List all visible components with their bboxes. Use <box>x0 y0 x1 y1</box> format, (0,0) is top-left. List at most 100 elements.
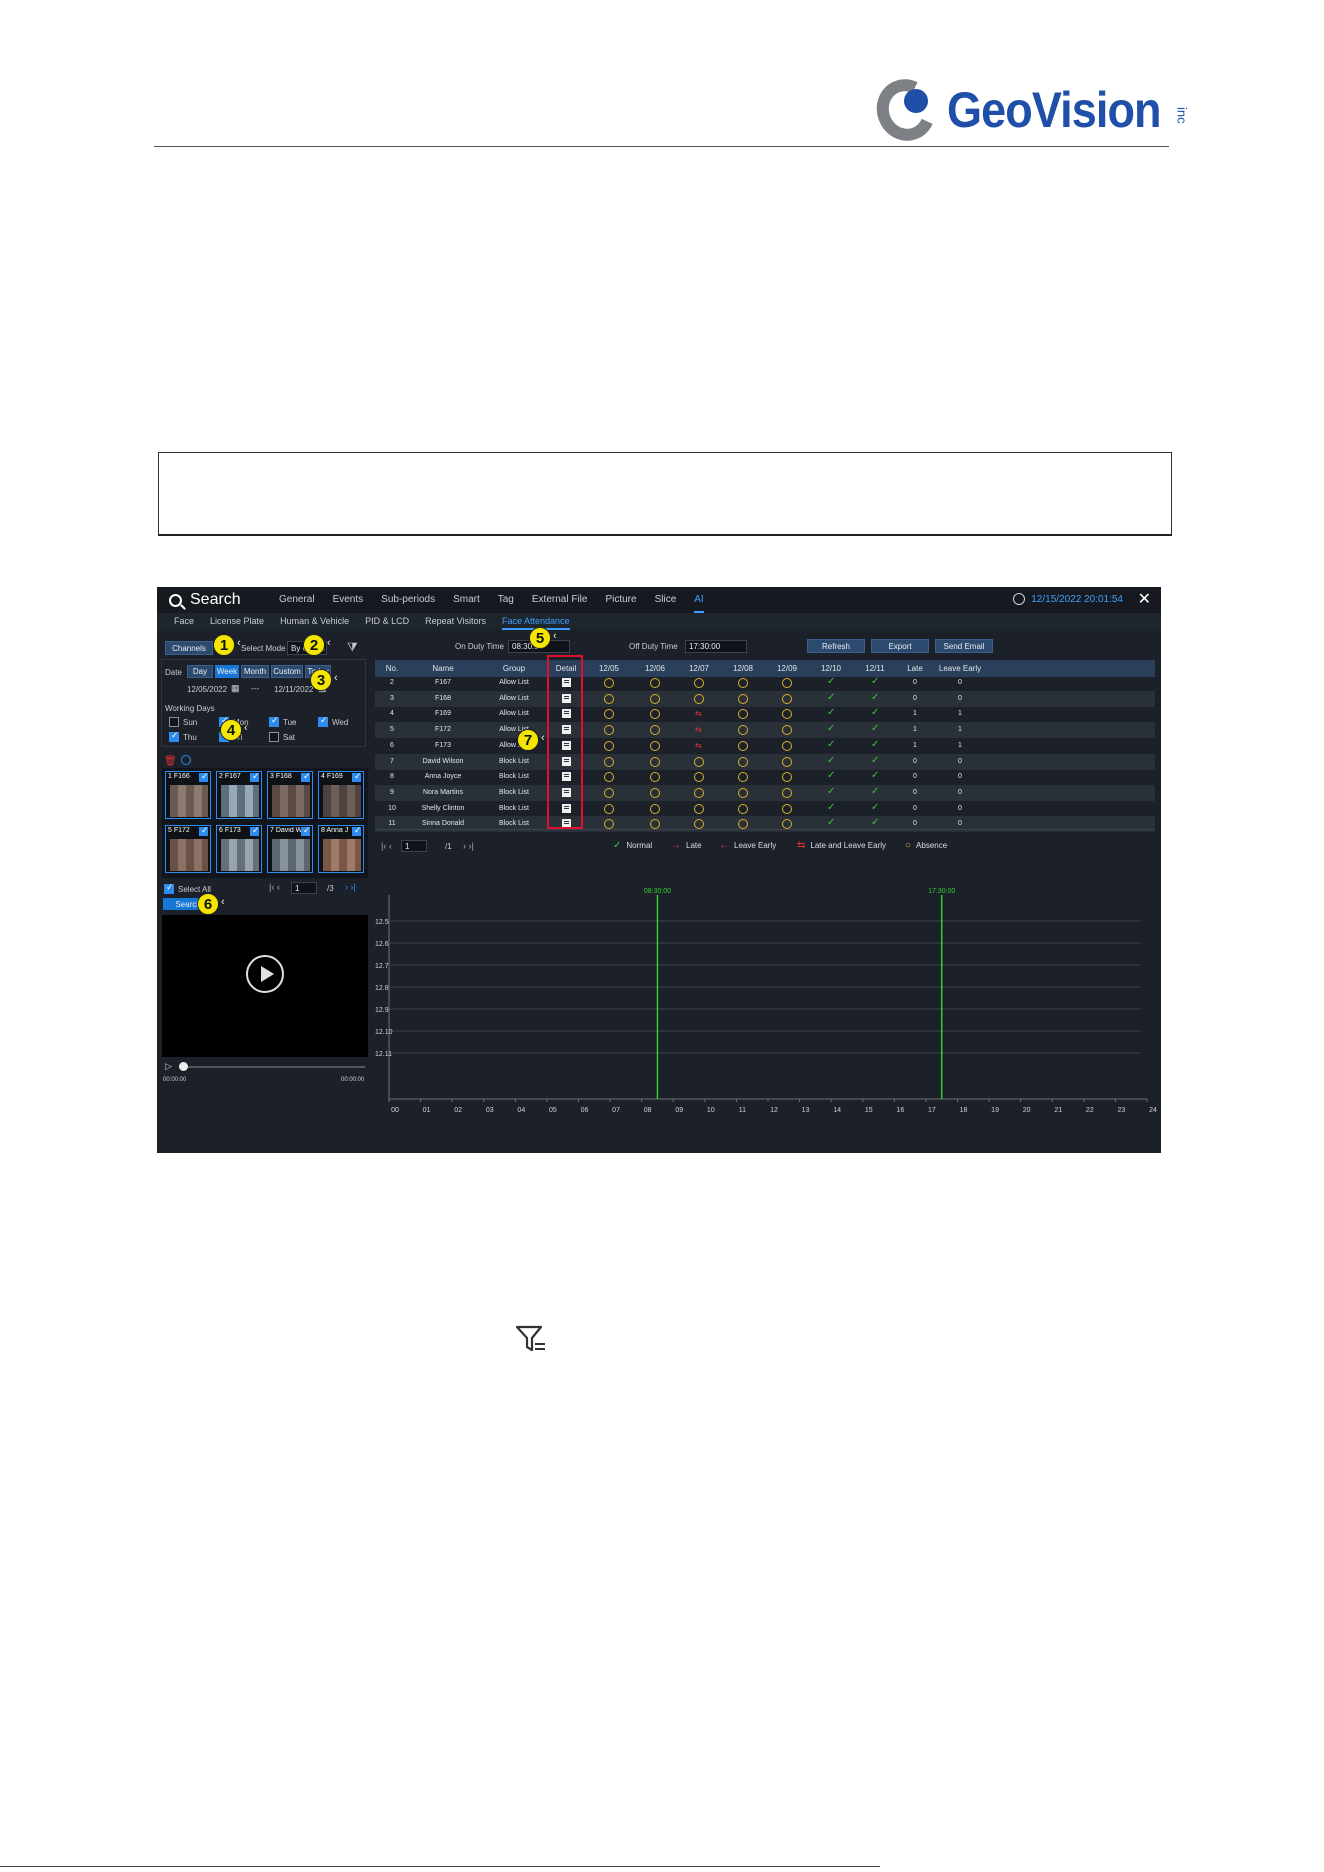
table-row[interactable]: 8 Anna Joyce Block List ✓ ✓ 0 0 <box>375 769 1155 785</box>
thumbnail-checkbox[interactable] <box>301 825 311 836</box>
column-header[interactable]: Leave Early <box>933 664 987 673</box>
delete-icon[interactable]: 🗑 <box>164 756 177 767</box>
progress-handle[interactable] <box>179 1062 188 1071</box>
thumbnail-checkbox[interactable] <box>199 825 209 836</box>
sub-tab[interactable]: Human & Vehicle <box>280 613 349 630</box>
nav-item[interactable]: Sub-periods <box>381 588 435 613</box>
late-and-leave-early-icon: ⇆ <box>695 709 702 719</box>
sub-tab[interactable]: License Plate <box>210 613 264 630</box>
nav-item[interactable]: Smart <box>453 588 480 613</box>
date-to[interactable]: 12/11/2022 <box>274 685 313 694</box>
table-row[interactable]: 10 Shelly Clinton Block List ✓ ✓ 0 0 <box>375 801 1155 817</box>
thumbnail-checkbox[interactable] <box>199 771 209 782</box>
day-label: Wed <box>332 718 349 727</box>
play-small-icon[interactable]: ▷ <box>165 1061 172 1072</box>
table-row[interactable]: 9 Nora Martins Block List ✓ ✓ 0 0 <box>375 784 1155 801</box>
day-checkbox[interactable] <box>269 715 279 727</box>
play-icon[interactable] <box>246 955 284 993</box>
table-row[interactable]: 6 F173 Allow List ⇆ ✓ ✓ 1 1 <box>375 738 1155 754</box>
date-tab[interactable]: Month <box>241 665 269 678</box>
off-duty-input[interactable]: 17:30:00 <box>685 640 747 653</box>
callout-arrow: ‹ <box>541 732 545 744</box>
sub-tab[interactable]: PID & LCD <box>365 613 409 630</box>
table-row[interactable]: 3 F168 Allow List ✓ ✓ 0 0 <box>375 690 1155 707</box>
close-icon[interactable]: ✕ <box>1138 589 1151 609</box>
send-email-button[interactable]: Send Email <box>935 639 993 653</box>
day-checkbox[interactable] <box>169 717 179 727</box>
column-header[interactable]: No. <box>381 664 403 673</box>
legend-label: Late and Leave Early <box>810 841 886 850</box>
export-button[interactable]: Export <box>871 639 929 653</box>
column-header[interactable]: Group <box>481 664 547 673</box>
add-icon[interactable] <box>181 755 191 765</box>
face-thumbnail[interactable]: 1 F166 <box>165 771 211 819</box>
thumbnail-checkbox[interactable] <box>250 825 260 836</box>
column-header[interactable]: 12/09 <box>767 664 807 673</box>
face-thumbnail[interactable]: 2 F167 <box>216 771 262 819</box>
callout-arrow: ‹ <box>244 722 248 734</box>
day-checkbox[interactable] <box>318 715 328 727</box>
cell-leave-early: 0 <box>958 773 962 781</box>
day-checkbox[interactable] <box>169 730 179 742</box>
cell-late: 0 <box>913 804 917 812</box>
detail-column-highlight <box>547 655 583 829</box>
sub-tab[interactable]: Face <box>174 613 194 630</box>
next-page-icon[interactable]: › ›| <box>345 882 356 892</box>
nav-item[interactable]: Events <box>333 588 364 613</box>
cell-name: David Wilson <box>422 757 464 765</box>
face-thumbnail[interactable]: 5 F172 <box>165 825 211 873</box>
nav-item[interactable]: AI <box>694 588 704 613</box>
channels-button[interactable]: Channels <box>165 641 213 655</box>
thumbnail-label: 3 F168 <box>270 773 292 780</box>
table-row[interactable]: 2 F167 Allow List ✓ ✓ 0 0 <box>375 675 1155 691</box>
progress-track[interactable] <box>181 1066 365 1068</box>
column-header[interactable]: Late <box>899 664 931 673</box>
table-row[interactable]: 4 F169 Allow List ⇆ ✓ ✓ 1 1 <box>375 706 1155 722</box>
face-thumbnail[interactable]: 8 Anna J <box>318 825 364 873</box>
calendar-icon[interactable]: ▦ <box>231 683 240 694</box>
thumbnail-checkbox[interactable] <box>352 825 362 836</box>
column-header[interactable]: 12/05 <box>589 664 629 673</box>
refresh-button[interactable]: Refresh <box>807 639 865 653</box>
face-thumbnail[interactable]: 6 F173 <box>216 825 262 873</box>
table-first-page-icon[interactable]: |‹ ‹ <box>381 841 392 851</box>
column-header[interactable]: 12/06 <box>635 664 675 673</box>
page-input[interactable]: 1 <box>291 882 317 894</box>
column-header[interactable]: 12/08 <box>723 664 763 673</box>
callout-3: 3 <box>310 669 332 691</box>
column-header[interactable]: 12/11 <box>855 664 895 673</box>
select-all-checkbox[interactable] <box>164 882 174 894</box>
thumbnail-checkbox[interactable] <box>301 771 311 782</box>
table-page-input[interactable]: 1 <box>401 840 427 852</box>
thumbnail-checkbox[interactable] <box>250 771 260 782</box>
nav-item[interactable]: General <box>279 588 315 613</box>
face-thumbnail[interactable]: 3 F168 <box>267 771 313 819</box>
face-thumbnail[interactable]: 7 David W <box>267 825 313 873</box>
column-header[interactable]: 12/07 <box>679 664 719 673</box>
table-row[interactable]: 5 F172 Allow List ⇆ ✓ ✓ 1 1 <box>375 722 1155 739</box>
absence-icon <box>738 756 748 767</box>
table-row[interactable]: 7 David Wilson Block List ✓ ✓ 0 0 <box>375 753 1155 770</box>
normal-check-icon: ✓ <box>871 801 880 813</box>
column-header[interactable]: Name <box>407 664 479 673</box>
sub-tab[interactable]: Repeat Visitors <box>425 613 486 630</box>
normal-check-icon: ✓ <box>871 785 880 797</box>
first-page-icon[interactable]: |‹ ‹ <box>269 882 280 892</box>
date-tab[interactable]: Custom <box>271 665 303 678</box>
nav-item[interactable]: Slice <box>655 588 677 613</box>
table-divider <box>375 829 1155 830</box>
filter-icon[interactable]: ⧩ <box>347 640 358 655</box>
x-tick-label: 20 <box>1023 1107 1031 1114</box>
nav-item[interactable]: External File <box>532 588 588 613</box>
table-next-page-icon[interactable]: › ›| <box>463 841 474 851</box>
date-tab[interactable]: Day <box>187 665 213 678</box>
face-thumbnail[interactable]: 4 F169 <box>318 771 364 819</box>
nav-item[interactable]: Tag <box>498 588 514 613</box>
column-header[interactable]: 12/10 <box>811 664 851 673</box>
date-tab[interactable]: Week <box>215 665 239 678</box>
date-from[interactable]: 12/05/2022 <box>187 685 227 694</box>
cell-name: F169 <box>435 710 451 718</box>
day-checkbox[interactable] <box>269 732 279 742</box>
thumbnail-checkbox[interactable] <box>352 771 362 782</box>
nav-item[interactable]: Picture <box>605 588 636 613</box>
